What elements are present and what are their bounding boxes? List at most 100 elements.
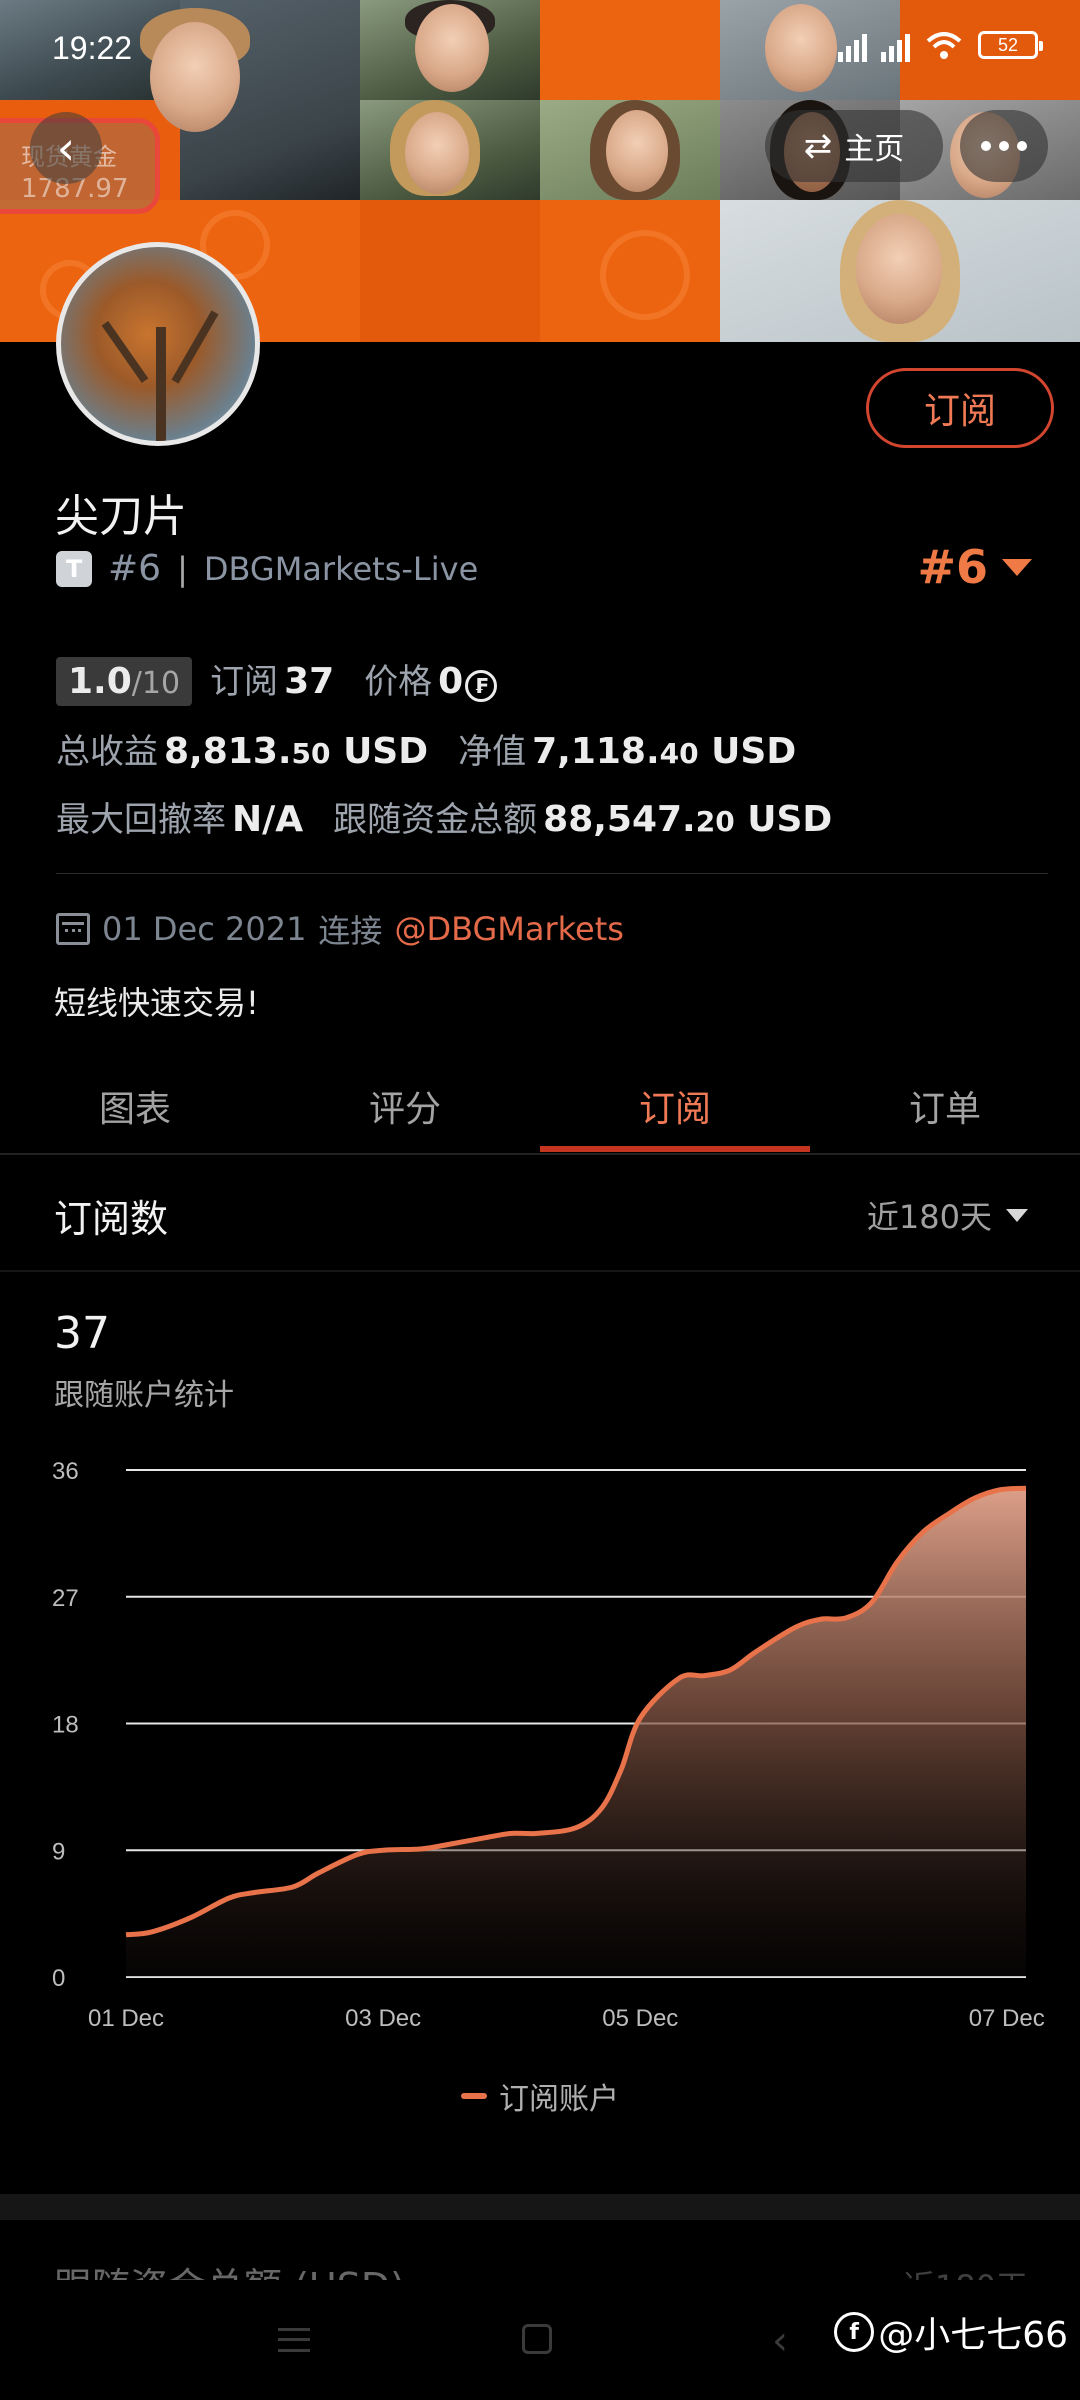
x-tick-label: 01 Dec [88, 2005, 164, 2032]
net-value-decimals: 40 [659, 737, 699, 770]
banner-person [415, 4, 489, 92]
divider [56, 873, 1048, 874]
total-profit-value: 8,813.50 USD [164, 731, 428, 772]
score-value: 1.0 [68, 661, 132, 702]
legend-label: 订阅账户 [499, 2082, 619, 2117]
profile-tabs: 图表 评分 订阅 订单 [0, 1058, 1080, 1154]
stats-row-2: 总收益 8,813.50 USD 净值 7,118.40 USD [56, 724, 796, 773]
avatar-branch [156, 327, 166, 441]
price-value: 0 [438, 661, 464, 702]
banner-orange-tile [360, 200, 540, 342]
tab-chart[interactable]: 图表 [0, 1058, 270, 1154]
x-tick-label: 05 Dec [602, 2005, 678, 2032]
avatar-branch [101, 321, 149, 383]
range-selector[interactable]: 近180天 [867, 1192, 1028, 1238]
signal-icon [838, 28, 867, 62]
section-header: 订阅数 近180天 [0, 1158, 1080, 1272]
switch-icon: ⇄ [803, 126, 833, 166]
tabs-divider [0, 1153, 1080, 1155]
more-button[interactable] [960, 110, 1048, 182]
net-value-main: 7,118. [532, 731, 660, 772]
x-tick-label: 07 Dec [969, 2005, 1045, 2032]
subscription-chart: 0 9 18 27 36 01 Dec 03 Dec 05 Dec 07 Dec [52, 1458, 1045, 2032]
total-profit-label: 总收益 [56, 732, 158, 772]
section-title: 订阅数 [54, 1197, 169, 1241]
net-value-label: 净值 [458, 732, 527, 772]
coin-icon: ₣ [465, 670, 498, 702]
y-tick-label: 18 [52, 1712, 79, 1739]
banner-person [765, 4, 837, 92]
net-value-unit: USD [711, 731, 797, 772]
chart-x-axis: 01 Dec 03 Dec 05 Dec 07 Dec [88, 2005, 1045, 2032]
watermark: f @小七七66 [834, 2306, 1068, 2358]
chart-legend[interactable]: 订阅账户 [0, 2074, 1080, 2118]
y-tick-label: 36 [52, 1458, 79, 1485]
trader-meta: T #6 | DBGMarkets-Live [56, 548, 478, 589]
banner-person [606, 110, 668, 192]
broker-mention-link[interactable]: @DBGMarkets [394, 910, 624, 948]
back-button[interactable]: ‹ [30, 112, 102, 184]
subscribe-count-label: 订阅 [210, 662, 279, 702]
banner-pattern [600, 230, 690, 320]
score-max: /10 [131, 666, 181, 701]
range-label: 近180天 [866, 1198, 992, 1236]
rank-small: #6 [108, 548, 162, 589]
follow-funds-decimals: 20 [695, 805, 735, 838]
x-tick-label: 03 Dec [345, 2005, 421, 2032]
more-icon-dot [999, 141, 1009, 151]
back-icon[interactable]: ‹ [772, 2318, 788, 2364]
follow-funds-label: 跟随资金总额 [333, 800, 538, 840]
chevron-down-icon [1006, 1208, 1028, 1222]
total-profit-unit: USD [343, 731, 429, 772]
status-icons: 52 [838, 28, 1043, 62]
banner-person [150, 22, 240, 132]
total-profit-main: 8,813. [164, 731, 292, 772]
wifi-icon [926, 32, 962, 59]
banner-person [405, 112, 469, 194]
battery-icon: 52 [978, 31, 1043, 59]
home-icon[interactable] [522, 2324, 552, 2354]
subscriber-count-label: 跟随账户统计 [54, 1378, 234, 1413]
calendar-icon [56, 913, 90, 945]
connection-label: 连接 [318, 912, 383, 950]
trader-name: 尖刀片 [55, 491, 187, 542]
more-icon-dot [981, 141, 991, 151]
signal-icon [881, 28, 910, 62]
rank-big-value: #6 [917, 540, 988, 594]
y-tick-label: 27 [52, 1585, 79, 1612]
tab-orders[interactable]: 订单 [810, 1058, 1080, 1154]
more-icon-dot [1017, 141, 1027, 151]
tab-rating[interactable]: 评分 [270, 1058, 540, 1154]
banner-person [856, 214, 942, 324]
home-button[interactable]: ⇄ 主页 [765, 110, 943, 182]
connection-date: 01 Dec 2021 [102, 910, 307, 948]
account-type-badge: T [56, 550, 92, 587]
net-value-value: 7,118.40 USD [532, 731, 796, 772]
status-time: 19:22 [52, 30, 133, 66]
rank-dropdown[interactable]: #6 [917, 540, 1032, 594]
stats-row-1: 1.0/10 订阅 37 价格 0 ₣ [56, 654, 498, 706]
chart-area-fill [126, 1488, 1026, 1977]
tab-subscribe[interactable]: 订阅 [540, 1058, 810, 1154]
y-tick-label: 0 [52, 1965, 65, 1992]
chevron-down-icon [1002, 558, 1032, 576]
avatar[interactable] [56, 242, 260, 446]
server-name: DBGMarkets-Live [203, 549, 479, 588]
stats-row-3: 最大回撤率 N/A 跟随资金总额 88,547.20 USD [56, 792, 832, 841]
watermark-text: @小七七66 [878, 2315, 1068, 2356]
max-drawdown-label: 最大回撤率 [56, 800, 226, 840]
strategy-description: 短线快速交易! [54, 984, 259, 1022]
watermark-logo-icon: f [834, 2312, 875, 2352]
follow-funds-value: 88,547.20 USD [543, 799, 832, 840]
legend-swatch [461, 2093, 487, 2099]
total-profit-decimals: 50 [291, 737, 331, 770]
subscribe-button[interactable]: 订阅 [866, 368, 1054, 448]
connection-info: 01 Dec 2021 连接 @DBGMarkets [56, 906, 624, 952]
chart-y-axis: 0 9 18 27 36 [52, 1458, 79, 1992]
floating-badge-value: 1787.97 [21, 174, 129, 204]
max-drawdown-value: N/A [232, 799, 304, 840]
banner-orange-tile [540, 0, 720, 100]
menu-icon[interactable] [278, 2328, 310, 2352]
section-separator [0, 2194, 1080, 2220]
score-badge: 1.0/10 [56, 657, 193, 706]
